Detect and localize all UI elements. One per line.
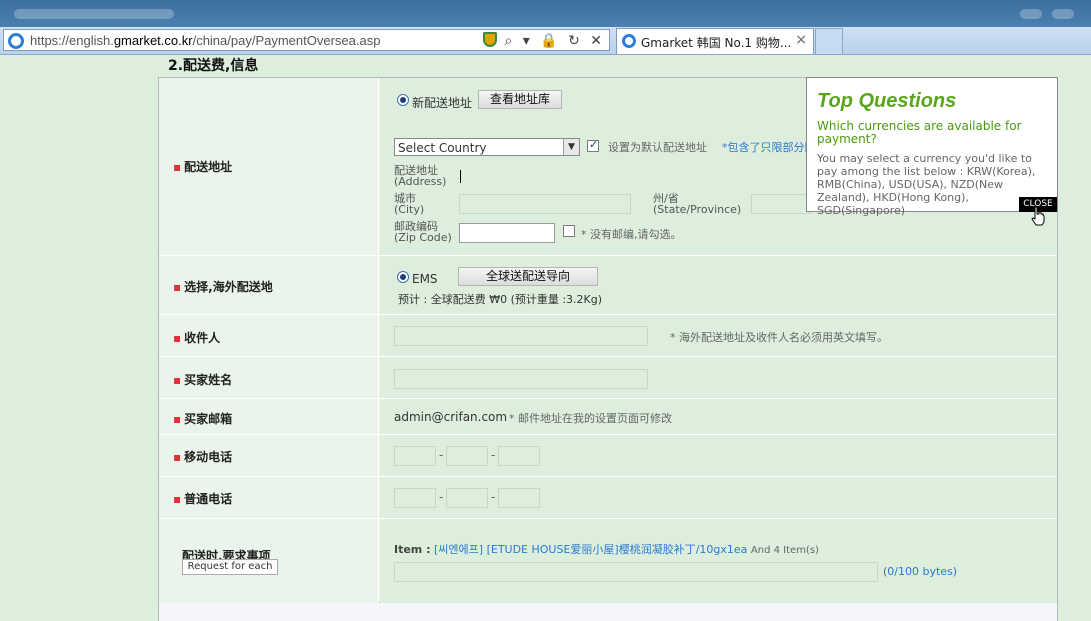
- shipping-destination-label: ▪ 选择,海外配送地: [173, 280, 273, 294]
- address-bar[interactable]: https://english.gmarket.co.kr/china/pay/…: [3, 29, 610, 51]
- ems-radio[interactable]: [397, 271, 409, 283]
- global-shipping-guide-button[interactable]: 全球送配送导向: [458, 267, 598, 286]
- hand-cursor-icon: [1031, 206, 1045, 226]
- new-address-label: 新配送地址: [412, 96, 473, 110]
- item-link[interactable]: [씨엔에프] [ETUDE HOUSE爱丽小屋]樱桃润凝胶补丁/10gx1ea: [434, 543, 747, 556]
- mobile-phone-row: ▪ 移动电话 - -: [159, 435, 1057, 477]
- phone-row: ▪ 普通电话 - -: [159, 477, 1057, 519]
- blurred-control: [1020, 9, 1042, 19]
- delivery-request-row: 配送时,要求事项 Request for each Item : [씨엔에프] …: [159, 519, 1057, 603]
- phone-input-3[interactable]: [498, 488, 540, 508]
- buyer-name-label: ▪ 买家姓名: [173, 373, 233, 387]
- browser-tab[interactable]: Gmarket 韩国 No.1 购物... ×: [616, 28, 814, 54]
- browser-toolbar: https://english.gmarket.co.kr/china/pay/…: [0, 27, 1091, 55]
- ems-label: EMS: [412, 272, 438, 286]
- ie-icon: [8, 33, 24, 49]
- text-cursor: [460, 170, 461, 183]
- buyer-name-row: ▪ 买家姓名: [159, 357, 1057, 399]
- shipping-estimate: 预计 : 全球配送费 ₩0 (预计重量 :3.2Kg): [398, 293, 603, 306]
- default-address-note: *包含了只限部分国: [722, 141, 816, 154]
- country-select[interactable]: Select Country ▼: [394, 138, 580, 156]
- footer-band: [158, 603, 1058, 621]
- address-label: ▪ 配送地址: [173, 160, 233, 174]
- default-address-label: 设置为默认配送地址: [608, 141, 707, 154]
- address-field-label: 配送地址 (Address): [394, 164, 447, 188]
- shipping-destination-row: ▪ 选择,海外配送地 EMS 全球送配送导向 预计 : 全球配送费 ₩0 (预计重…: [159, 256, 1057, 315]
- ie-icon: [622, 34, 636, 48]
- city-field-label: 城市 (City): [394, 192, 425, 216]
- tab-close-icon[interactable]: ×: [795, 32, 807, 48]
- recipient-row: ▪ 收件人 * 海外配送地址及收件人名必须用英文填写。: [159, 315, 1057, 357]
- address-tools[interactable]: ⌕ ▾ 🔒 ↻ ✕: [482, 32, 605, 49]
- buyer-email-note: * 邮件地址在我的设置页面可修改: [509, 412, 672, 425]
- mobile-input-1[interactable]: [394, 446, 436, 466]
- state-field-label: 州/省 (State/Province): [653, 192, 742, 216]
- buyer-name-input[interactable]: [394, 369, 648, 389]
- phone-input-2[interactable]: [446, 488, 488, 508]
- blurred-title: [14, 9, 174, 19]
- chevron-down-icon: ▼: [563, 139, 579, 155]
- phone-input-1[interactable]: [394, 488, 436, 508]
- state-input[interactable]: [751, 194, 811, 214]
- buyer-email-value: admin@crifan.com: [394, 410, 508, 424]
- top-questions-popup: Top Questions Which currencies are avail…: [806, 77, 1058, 217]
- tab-title: Gmarket 韩国 No.1 购物...: [641, 36, 792, 50]
- item-line: Item : [씨엔에프] [ETUDE HOUSE爱丽小屋]樱桃润凝胶补丁/1…: [394, 543, 819, 556]
- popup-question[interactable]: Which currencies are available for payme…: [817, 120, 1052, 146]
- phone-label: ▪ 普通电话: [173, 492, 233, 506]
- buyer-email-row: ▪ 买家邮箱 admin@crifan.com * 邮件地址在我的设置页面可修改: [159, 399, 1057, 435]
- mobile-input-3[interactable]: [498, 446, 540, 466]
- recipient-note: * 海外配送地址及收件人名必须用英文填写。: [670, 331, 888, 344]
- new-tab-button[interactable]: [815, 28, 843, 54]
- section-title: 2.配送费,信息: [168, 58, 259, 74]
- popup-title: Top Questions: [817, 90, 957, 112]
- buyer-email-label: ▪ 买家邮箱: [173, 412, 233, 426]
- view-address-book-button[interactable]: 查看地址库: [478, 90, 562, 109]
- request-for-each-button[interactable]: Request for each: [182, 559, 278, 575]
- delivery-request-input[interactable]: [394, 562, 878, 582]
- shield-icon: [482, 32, 497, 47]
- new-address-radio[interactable]: [397, 94, 409, 106]
- byte-counter: (0/100 bytes): [883, 565, 958, 578]
- city-input[interactable]: [459, 194, 631, 214]
- recipient-label: ▪ 收件人: [173, 331, 221, 345]
- no-zip-checkbox[interactable]: [563, 225, 575, 237]
- default-address-checkbox[interactable]: [587, 138, 599, 152]
- zip-input[interactable]: [459, 223, 555, 243]
- mobile-phone-label: ▪ 移动电话: [173, 450, 233, 464]
- blurred-control: [1052, 9, 1074, 19]
- zip-field-label: 邮政编码 (Zip Code): [394, 220, 452, 244]
- recipient-input[interactable]: [394, 326, 648, 346]
- url-text[interactable]: https://english.gmarket.co.kr/china/pay/…: [30, 33, 380, 48]
- no-zip-note: * 没有邮编,请勾选。: [581, 228, 682, 241]
- mobile-input-2[interactable]: [446, 446, 488, 466]
- window-titlebar: [0, 0, 1091, 27]
